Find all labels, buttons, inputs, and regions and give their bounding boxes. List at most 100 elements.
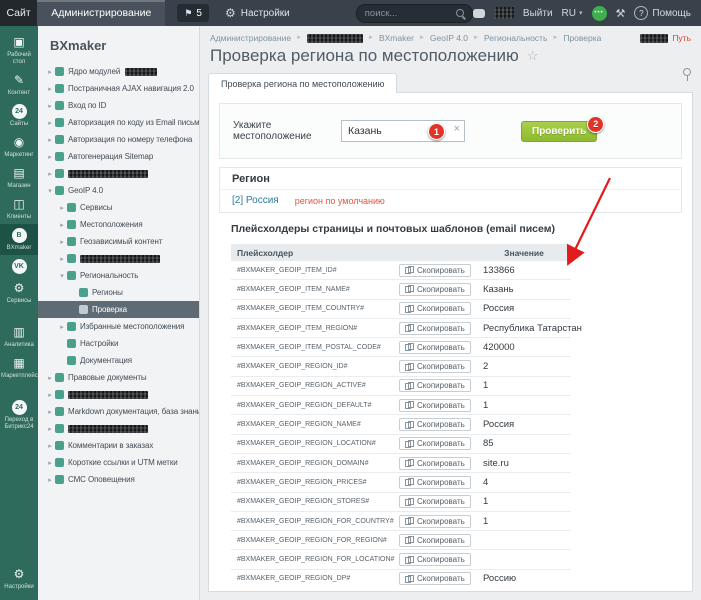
copy-button[interactable]: Скопировать [399,495,471,509]
copy-button[interactable]: Скопировать [399,263,471,277]
wrench-icon[interactable]: ⚒ [616,7,626,20]
copy-button[interactable]: Скопировать [399,340,471,354]
copy-button[interactable]: Скопировать [399,533,471,547]
copy-button[interactable]: Скопировать [399,553,471,567]
breadcrumb-link[interactable]: BXmaker [379,33,414,43]
notifications-counter[interactable]: ⚑ 5 [177,4,209,22]
breadcrumb-link[interactable]: GeoIP 4.0 [430,33,468,43]
sidebar-item-korotkie-ssylki[interactable]: ▸ Короткие ссылки и UTM метки [38,454,199,471]
breadcrumb-link[interactable]: Проверка [563,33,601,43]
redacted-counter [493,7,514,19]
rail-item-bxmaker[interactable]: B BXmaker [0,224,38,255]
table-row: #BXMAKER_GEOIP_ITEM_NAME# Скопировать Каза… [231,280,571,300]
favorite-star-icon[interactable]: ☆ [527,48,539,64]
sidebar-item-geoip[interactable]: ▾ GeoIP 4.0 [38,182,199,199]
rail-item-label: Настройки [4,584,34,590]
sidebar-item-geo-content[interactable]: ▸ Геозависимый контент [38,233,199,250]
rail-item-analytics[interactable]: ▥ Аналитика [0,321,38,352]
copy-button-label: Скопировать [417,477,465,487]
copy-button[interactable]: Скопировать [399,282,471,296]
sidebar-item-proverka[interactable]: Проверка [38,301,199,318]
menu-bullet-icon [55,135,64,144]
sidebar-item-redacted-4[interactable]: ▸ [38,420,199,437]
copy-button-label: Скопировать [417,284,465,294]
sidebar-item-regiony[interactable]: Регионы [38,284,199,301]
rail-item-vk[interactable]: VK [0,255,38,277]
rail-item-label: Маркетплейс [1,373,38,379]
column-value: Значение [504,247,544,258]
sidebar: BXmaker ▸ Ядро модулей ▸ Постраничная AJAX … [38,26,200,600]
topbar-search-input[interactable]: поиск... [355,3,473,23]
rail-item-marketplace[interactable]: ▦ Маркетплейс [0,352,38,383]
sidebar-item-nastroyki[interactable]: Настройки [38,335,199,352]
sidebar-item-dokumentaciya[interactable]: Документация [38,352,199,369]
copy-button[interactable]: Скопировать [399,379,471,393]
copy-button[interactable]: Скопировать [399,456,471,470]
sidebar-item-regionalnost[interactable]: ▾ Региональность [38,267,199,284]
rail-item-clients[interactable]: ◫ Клиенты [0,193,38,224]
site-tab[interactable]: Сайт [0,0,38,26]
breadcrumb-link[interactable]: Администрирование [210,33,291,43]
location-input[interactable] [341,120,465,142]
sidebar-item-ajax-nav[interactable]: ▸ Постраничная AJAX навигация 2.0 [38,80,199,97]
copy-button[interactable]: Скопировать [399,398,471,412]
placeholders-table: Плейсхолдер Значение #BXMAKER_GEOIP_ITEM… [231,244,582,587]
help-link[interactable]: ? Помощь [634,6,691,20]
language-select[interactable]: RU ▾ [562,8,583,19]
sidebar-item-auth-email[interactable]: ▸ Авторизация по коду из Email письма [38,114,199,131]
rail-item-desktop[interactable]: ▣ Рабочий стол [0,31,38,69]
copy-cell: Скопировать [399,358,477,376]
sidebar-item-mestopolozheniya[interactable]: ▸ Местоположения [38,216,199,233]
rail-item-sites[interactable]: 24 Сайты [0,100,38,131]
sidebar-item-sms[interactable]: ▸ СМС Оповещения [38,471,199,488]
sidebar-item-redacted-3[interactable]: ▸ [38,386,199,403]
region-link[interactable]: [2] Россия [232,195,279,206]
path-toggle-link[interactable]: Путь [672,33,691,43]
copy-button[interactable]: Скопировать [399,437,471,451]
page-title: Проверка региона по местоположению ☆ [210,46,538,66]
main-area: Администрирование ► ► BXmaker ► GeoIP 4.0 ► Рег… [200,26,701,600]
pin-icon[interactable] [682,68,692,81]
sidebar-item-sitemap[interactable]: ▸ Автогенерация Sitemap [38,148,199,165]
menu-bullet-icon [67,237,76,246]
sidebar-item-kommentarii[interactable]: ▸ Комментарии в заказах [38,437,199,454]
sidebar-item-redacted-2[interactable]: ▸ [38,250,199,267]
copy-button[interactable]: Скопировать [399,572,471,586]
copy-button[interactable]: Скопировать [399,418,471,432]
rail-item-settings[interactable]: ⚙ Настройки [0,563,38,594]
sidebar-item-yadro[interactable]: ▸ Ядро модулей [38,63,199,80]
breadcrumb-separator: ► [368,35,374,41]
rail-item-marketing[interactable]: ◉ Маркетинг [0,131,38,162]
rail-item-label: Магазин [7,183,31,189]
rail-item-shop[interactable]: ▤ Магазин [0,162,38,193]
sidebar-item-vhod-id[interactable]: ▸ Вход по ID [38,97,199,114]
check-button[interactable]: Проверить 2 [521,115,605,142]
sidebar-item-markdown[interactable]: ▸ Markdown документация, база знаний [38,403,199,420]
sidebar-item-izbrannye[interactable]: ▸ Избранные местоположения [38,318,199,335]
sidebar-item-auth-phone[interactable]: ▸ Авторизация по номеру телефона [38,131,199,148]
admin-tab[interactable]: Администрирование [37,0,166,26]
location-form: Укажите местоположение × 1 Проверить 2 [219,103,682,159]
copy-icon [405,381,414,390]
messages-icon[interactable] [472,8,485,18]
sidebar-item-pravovye[interactable]: ▸ Правовые документы [38,369,199,386]
rail-item-content[interactable]: ✎ Контент [0,69,38,100]
copy-button[interactable]: Скопировать [399,321,471,335]
chevron-down-icon: ▾ [48,187,52,195]
copy-button[interactable]: Скопировать [399,514,471,528]
copy-button[interactable]: Скопировать [399,475,471,489]
breadcrumb-link[interactable]: Региональность [484,33,547,43]
sidebar-item-servisy[interactable]: ▸ Сервисы [38,199,199,216]
copy-button[interactable]: Скопировать [399,302,471,316]
sidebar-item-redacted-1[interactable]: ▸ [38,165,199,182]
copy-cell: Скопировать [399,300,477,318]
chat-icon[interactable]: ••• [591,5,607,21]
copy-button[interactable]: Скопировать [399,360,471,374]
copy-icon [405,459,414,468]
rail-item-b24[interactable]: 24 Переход в Битрикс24 [0,396,38,434]
logout-link[interactable]: Выйти [523,8,553,19]
clear-input-icon[interactable]: × [454,124,460,135]
rail-item-services[interactable]: ⚙ Сервисы [0,277,38,308]
tab-region-check[interactable]: Проверка региона по местоположению [208,73,398,93]
topbar-settings-button[interactable]: ⚙ Настройки [225,0,290,26]
